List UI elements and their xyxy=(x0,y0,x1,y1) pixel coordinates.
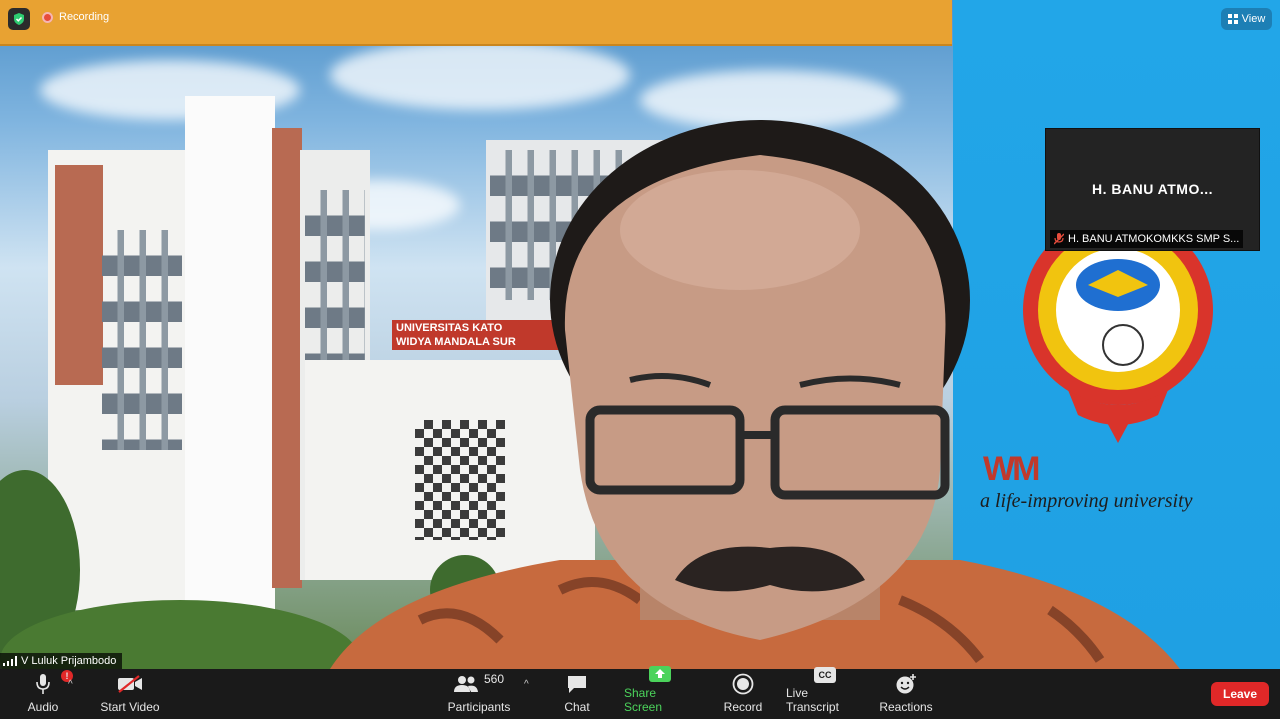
self-name: V Luluk Prijambodo xyxy=(21,655,117,667)
participants-icon xyxy=(453,676,478,692)
muted-mic-icon xyxy=(1054,233,1064,245)
recording-dot-icon xyxy=(42,11,53,23)
participant-tile[interactable]: H. BANU ATMO... H. BANU ATMOKOMKKS SMP S… xyxy=(1046,129,1259,250)
closed-captions-icon: CC xyxy=(814,667,836,683)
video-off-icon xyxy=(118,675,142,693)
reactions-label: Reactions xyxy=(879,700,933,714)
participant-name-label: H. BANU ATMOKOMKKS SMP S... xyxy=(1050,230,1244,248)
participant-video xyxy=(330,120,1180,669)
audio-options-caret-icon[interactable]: ^ xyxy=(68,679,73,690)
start-video-label: Start Video xyxy=(100,700,160,714)
reactions-button[interactable]: Reactions xyxy=(878,669,934,719)
participant-display-name: H. BANU ATMO... xyxy=(1091,181,1214,197)
recording-label: Recording xyxy=(59,11,110,23)
recording-bar: Recording xyxy=(0,0,952,46)
share-screen-button[interactable]: Share Screen xyxy=(624,666,696,719)
record-icon xyxy=(732,673,754,695)
participants-button[interactable]: 560 Participants xyxy=(447,669,511,719)
leave-button[interactable]: Leave xyxy=(1211,682,1269,706)
participant-full-name: H. BANU ATMOKOMKKS SMP S... xyxy=(1068,233,1240,245)
video-feed: UNIVERSITAS KATO WIDYA MANDALA SUR WM a … xyxy=(0,0,1280,669)
audio-button[interactable]: ! Audio xyxy=(18,669,73,719)
meeting-toolbar: ! Audio ^ Start Video 560 Participants ^ xyxy=(0,666,1280,719)
signal-strength-icon xyxy=(3,656,17,666)
record-button[interactable]: Record xyxy=(720,669,766,719)
record-label: Record xyxy=(723,700,763,714)
emoji-add-icon xyxy=(896,674,916,694)
grid-icon xyxy=(1227,14,1238,24)
share-screen-icon xyxy=(649,666,671,682)
chat-icon xyxy=(568,676,586,693)
recording-indicator[interactable]: Recording xyxy=(42,11,109,23)
live-transcript-button[interactable]: CC Live Transcript xyxy=(786,667,864,719)
microphone-icon xyxy=(36,674,50,694)
self-name-label: V Luluk Prijambodo xyxy=(0,653,123,669)
chat-button[interactable]: Chat xyxy=(556,669,598,719)
audio-label: Audio xyxy=(27,700,59,714)
chat-label: Chat xyxy=(564,700,590,714)
participants-options-caret-icon[interactable]: ^ xyxy=(524,679,529,690)
participants-count: 560 xyxy=(483,672,505,686)
start-video-button[interactable]: Start Video xyxy=(98,669,162,719)
view-button[interactable]: View xyxy=(1221,8,1272,30)
live-transcript-label: Live Transcript xyxy=(786,686,839,714)
view-label: View xyxy=(1241,13,1266,25)
share-screen-label: Share Screen xyxy=(624,686,663,714)
security-shield-icon[interactable] xyxy=(8,8,30,30)
participants-label: Participants xyxy=(447,700,511,714)
